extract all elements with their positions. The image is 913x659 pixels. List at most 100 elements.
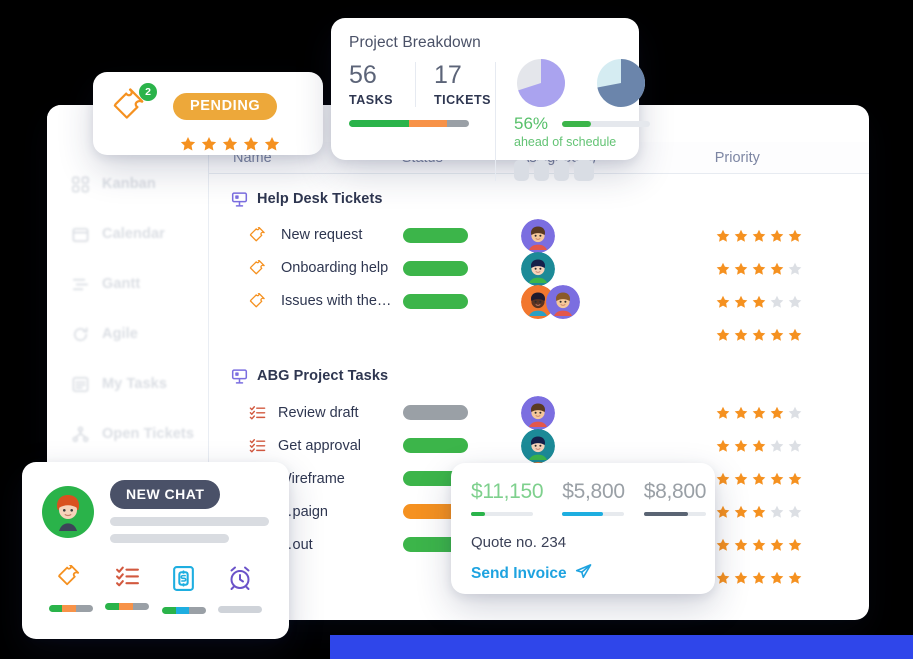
bar-segment <box>105 602 119 610</box>
star-icon <box>752 262 766 275</box>
tasks-value: 56 <box>349 61 377 89</box>
bar-segment <box>189 607 206 614</box>
star-icon <box>770 406 784 419</box>
quick-action-row <box>42 565 269 614</box>
priority-rating[interactable] <box>715 438 869 454</box>
priority-cell[interactable] <box>715 261 869 277</box>
status-badge: PENDING <box>173 92 278 120</box>
tickets-stat: 17 TICKETS <box>415 61 491 107</box>
amount-value: $11,150 <box>471 480 544 503</box>
amount-value: $8,800 <box>643 480 707 503</box>
status-pill[interactable] <box>402 261 468 276</box>
priority-cell[interactable] <box>715 294 869 310</box>
status-cell[interactable] <box>402 405 521 420</box>
status-pill[interactable] <box>402 294 468 309</box>
status-pill[interactable] <box>402 405 468 420</box>
invoice-icon <box>173 566 195 591</box>
priority-cell[interactable] <box>715 405 869 421</box>
priority-rating[interactable] <box>715 405 869 421</box>
status-cell[interactable] <box>402 261 521 276</box>
status-pill[interactable] <box>402 438 468 453</box>
assignees-cell[interactable] <box>520 251 716 286</box>
star-icon <box>788 472 802 485</box>
sidebar-item-label: Calendar <box>102 226 165 242</box>
quick-action-ticket[interactable] <box>46 565 96 614</box>
screenshot-stage: Kanban Calendar Gantt Agile My Tasks Ope… <box>0 0 913 659</box>
priority-cell[interactable] <box>715 327 869 343</box>
sidebar-item-my-tasks[interactable]: My Tasks <box>47 367 208 401</box>
priority-rating[interactable] <box>715 261 869 277</box>
assignees-cell[interactable] <box>520 284 716 319</box>
sidebar-item-gantt[interactable]: Gantt <box>47 267 208 301</box>
chip <box>554 160 569 181</box>
column-header-priority: Priority <box>714 149 760 166</box>
bottom-accent-bar <box>330 635 913 659</box>
priority-rating[interactable] <box>715 504 869 520</box>
star-icon <box>752 229 766 242</box>
quick-action-alarm[interactable] <box>215 565 265 614</box>
star-icon <box>716 406 730 419</box>
priority-rating[interactable] <box>715 228 869 244</box>
send-invoice-button[interactable]: Send Invoice <box>471 563 695 585</box>
priority-cell[interactable] <box>715 504 869 520</box>
amount-progress-bar <box>471 512 533 516</box>
star-icon <box>734 505 748 518</box>
sidebar-item-agile[interactable]: Agile <box>47 317 208 351</box>
table-row[interactable]: Review draft <box>209 395 869 430</box>
status-cell[interactable] <box>402 294 521 309</box>
gantt-icon <box>71 275 90 294</box>
priority-cell[interactable] <box>715 228 869 244</box>
tickets-label: TICKETS <box>434 92 491 107</box>
alarm-icon <box>230 566 250 590</box>
table-group-header[interactable]: Help Desk Tickets <box>209 179 869 219</box>
my-tasks-icon <box>71 375 90 394</box>
priority-rating[interactable] <box>715 570 869 586</box>
sidebar-item-label: Gantt <box>102 276 141 292</box>
priority-rating[interactable] <box>715 537 869 553</box>
priority-rating[interactable] <box>715 471 869 487</box>
table-row[interactable]: Get approval <box>209 428 869 463</box>
star-icon <box>788 505 802 518</box>
status-cell[interactable] <box>402 228 521 243</box>
star-icon <box>752 505 766 518</box>
sidebar-item-open-tickets[interactable]: Open Tickets <box>47 417 208 451</box>
table-row[interactable]: Onboarding help <box>209 251 869 286</box>
table-row[interactable]: Issues with the… <box>209 284 869 319</box>
amount-progress-bar <box>562 512 625 516</box>
star-icon <box>734 328 748 341</box>
priority-cell[interactable] <box>715 570 869 586</box>
assignees-cell[interactable] <box>520 218 716 253</box>
table-row[interactable] <box>209 318 869 351</box>
quick-action-checklist[interactable] <box>102 565 152 614</box>
table-group-header[interactable]: ABG Project Tasks <box>209 356 869 396</box>
sidebar-item-label: Kanban <box>102 176 156 192</box>
star-icon <box>716 439 730 452</box>
new-chat-card: NEW CHAT <box>22 462 289 639</box>
quick-action-invoice[interactable] <box>159 565 209 614</box>
amount-row: $11,150 $5,800 $8,800 <box>471 480 706 516</box>
star-icon <box>716 571 730 584</box>
star-icon <box>716 229 730 242</box>
star-icon <box>752 538 766 551</box>
sidebar-item-kanban[interactable]: Kanban <box>47 167 208 201</box>
status-pill[interactable] <box>402 228 468 243</box>
board-icon <box>231 191 248 207</box>
assignees-cell[interactable] <box>520 395 716 430</box>
table-row[interactable]: New request <box>209 218 869 253</box>
assignees-cell[interactable] <box>520 428 716 463</box>
badge-count: 2 <box>139 83 157 101</box>
task-name-cell: Review draft <box>209 405 403 421</box>
priority-cell[interactable] <box>715 471 869 487</box>
pending-rating <box>153 135 307 153</box>
priority-rating[interactable] <box>715 294 869 310</box>
priority-cell[interactable] <box>715 537 869 553</box>
star-icon <box>770 229 784 242</box>
status-cell[interactable] <box>402 438 521 453</box>
star-icon <box>264 136 280 151</box>
sidebar-item-calendar[interactable]: Calendar <box>47 217 208 251</box>
star-icon <box>770 328 784 341</box>
priority-cell[interactable] <box>715 438 869 454</box>
priority-rating[interactable] <box>715 327 869 343</box>
avatar <box>545 284 580 319</box>
group-title: ABG Project Tasks <box>257 368 389 384</box>
